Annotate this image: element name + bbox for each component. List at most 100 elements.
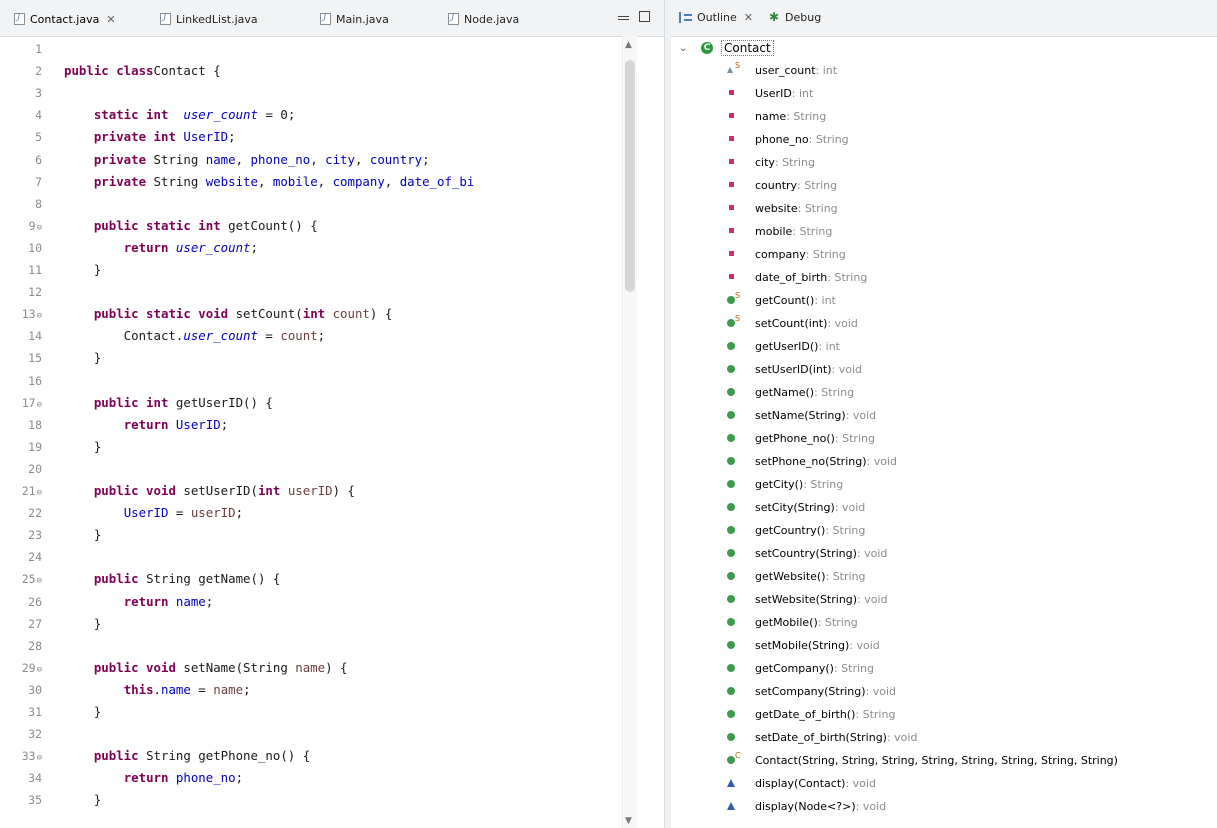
outline-item[interactable]: getWebsite() : String bbox=[727, 566, 866, 586]
code-line[interactable]: 21⊖ public void setUserID(int userID) { bbox=[0, 482, 622, 500]
tab-main-java[interactable]: Main.java bbox=[320, 10, 389, 28]
outline-item[interactable]: setPhone_no(String) : void bbox=[727, 451, 897, 471]
code-line[interactable]: 2 public classContact { bbox=[0, 62, 622, 80]
code-line[interactable]: 25⊖ public String getName() { bbox=[0, 570, 622, 588]
outline-item[interactable]: phone_no : String bbox=[729, 129, 849, 149]
outline-item[interactable]: setCity(String) : void bbox=[727, 497, 865, 517]
private-field-icon bbox=[729, 205, 734, 210]
code-line[interactable]: 3 bbox=[0, 84, 622, 102]
outline-item[interactable]: setDate_of_birth(String) : void bbox=[727, 727, 917, 747]
scroll-up-icon[interactable]: ▲ bbox=[625, 40, 632, 50]
close-icon[interactable]: ✕ bbox=[744, 11, 753, 24]
code-line[interactable]: 23 } bbox=[0, 526, 622, 544]
code-line[interactable]: 30 this.name = name; bbox=[0, 681, 622, 699]
outline-item[interactable]: getCountry() : String bbox=[727, 520, 865, 540]
code-line[interactable]: 20 bbox=[0, 460, 622, 478]
code-line[interactable]: 24 bbox=[0, 548, 622, 566]
outline-item[interactable]: getDate_of_birth() : String bbox=[727, 704, 895, 724]
outline-item[interactable]: getCity() : String bbox=[727, 474, 843, 494]
outline-item[interactable]: display(Node<?>) : void bbox=[727, 796, 886, 816]
code-line[interactable]: 18 return UserID; bbox=[0, 416, 622, 434]
outline-item[interactable]: Suser_count : int bbox=[727, 60, 837, 80]
code-line[interactable]: 32 bbox=[0, 725, 622, 743]
code-line[interactable]: 12 bbox=[0, 283, 622, 301]
outline-item[interactable]: country : String bbox=[729, 175, 837, 195]
code-line[interactable]: 31 } bbox=[0, 703, 622, 721]
close-icon[interactable]: ✕ bbox=[106, 13, 115, 26]
code-line[interactable]: 5 private int UserID; bbox=[0, 128, 622, 146]
tab-node-java[interactable]: Node.java bbox=[448, 10, 519, 28]
fold-icon[interactable]: ⊖ bbox=[37, 400, 42, 410]
public-method-icon bbox=[727, 641, 735, 649]
code-line[interactable]: 29⊖ public void setName(String name) { bbox=[0, 659, 622, 677]
scroll-down-icon[interactable]: ▼ bbox=[625, 816, 632, 826]
code-line[interactable]: 22 UserID = userID; bbox=[0, 504, 622, 522]
code-line[interactable]: 26 return name; bbox=[0, 593, 622, 611]
code-line[interactable]: 14 Contact.user_count = count; bbox=[0, 327, 622, 345]
outline-item-label: setCount(int) bbox=[755, 316, 828, 330]
fold-icon[interactable]: ⊖ bbox=[37, 488, 42, 498]
fold-icon[interactable]: ⊖ bbox=[37, 576, 42, 586]
outline-item[interactable]: setCompany(String) : void bbox=[727, 681, 896, 701]
code-line[interactable]: 8 bbox=[0, 195, 622, 213]
scrollbar-thumb[interactable] bbox=[625, 60, 635, 292]
outline-item[interactable]: setMobile(String) : void bbox=[727, 635, 880, 655]
outline-item[interactable]: UserID : int bbox=[729, 83, 813, 103]
outline-item[interactable]: setWebsite(String) : void bbox=[727, 589, 888, 609]
code-line[interactable]: 15 } bbox=[0, 349, 622, 367]
tab-linkedlist-java[interactable]: LinkedList.java bbox=[160, 10, 258, 28]
code-line[interactable]: 33⊖ public String getPhone_no() { bbox=[0, 747, 622, 765]
code-line[interactable]: 19 } bbox=[0, 438, 622, 456]
outline-item[interactable]: C Contact(String, String, String, String,… bbox=[727, 750, 1118, 770]
outline-item[interactable]: mobile : String bbox=[729, 221, 832, 241]
outline-root-contact[interactable]: ⌄ C Contact bbox=[679, 38, 774, 58]
code-area[interactable]: 1 2 public classContact { 3 4 static int use… bbox=[0, 40, 622, 828]
outline-item[interactable]: setName(String) : void bbox=[727, 405, 876, 425]
outline-item[interactable]: SsetCount(int) : void bbox=[727, 313, 858, 333]
code-line[interactable]: 16 bbox=[0, 372, 622, 390]
chevron-down-icon[interactable]: ⌄ bbox=[679, 43, 691, 54]
code-line[interactable]: 35 } bbox=[0, 791, 622, 809]
code-line[interactable]: 6 private String name, phone_no, city, c… bbox=[0, 151, 622, 169]
code-line[interactable]: 34 return phone_no; bbox=[0, 769, 622, 787]
private-field-icon bbox=[729, 251, 734, 256]
tab-outline[interactable]: Outline ✕ bbox=[679, 11, 753, 24]
tab-contact-java[interactable]: Contact.java ✕ bbox=[14, 10, 116, 28]
editor-scrollbar[interactable]: ▲ ▼ bbox=[622, 36, 637, 828]
line-number: 34 bbox=[28, 771, 42, 786]
outline-item[interactable]: display(Contact) : void bbox=[727, 773, 876, 793]
code-line[interactable]: 4 static int user_count = 0; bbox=[0, 106, 622, 124]
outline-item[interactable]: getPhone_no() : String bbox=[727, 428, 875, 448]
outline-item[interactable]: name : String bbox=[729, 106, 826, 126]
line-number: 10 bbox=[28, 240, 42, 255]
minimize-icon[interactable] bbox=[618, 16, 629, 20]
code-line[interactable]: 27 } bbox=[0, 615, 622, 633]
outline-item[interactable]: website : String bbox=[729, 198, 838, 218]
code-line[interactable]: 28 bbox=[0, 637, 622, 655]
code-line[interactable]: 7 private String website, mobile, compan… bbox=[0, 173, 622, 191]
fold-icon[interactable]: ⊖ bbox=[37, 753, 42, 763]
outline-item[interactable]: setCountry(String) : void bbox=[727, 543, 887, 563]
code-line[interactable]: 11 } bbox=[0, 261, 622, 279]
fold-icon[interactable]: ⊖ bbox=[37, 665, 42, 675]
fold-icon[interactable]: ⊖ bbox=[37, 311, 42, 321]
code-text: return user_count; bbox=[123, 239, 258, 255]
code-line[interactable]: 9⊖ public static int getCount() { bbox=[0, 217, 622, 235]
outline-item[interactable]: date_of_birth : String bbox=[729, 267, 867, 287]
public-method-icon bbox=[727, 388, 735, 396]
fold-icon[interactable]: ⊖ bbox=[37, 223, 42, 233]
outline-item[interactable]: getCompany() : String bbox=[727, 658, 874, 678]
outline-item[interactable]: getName() : String bbox=[727, 382, 854, 402]
maximize-icon[interactable] bbox=[639, 11, 650, 22]
code-line[interactable]: 1 bbox=[0, 40, 622, 58]
outline-item[interactable]: getUserID() : int bbox=[727, 336, 840, 356]
outline-item[interactable]: getMobile() : String bbox=[727, 612, 858, 632]
code-line[interactable]: 10 return user_count; bbox=[0, 239, 622, 257]
outline-item[interactable]: company : String bbox=[729, 244, 846, 264]
code-line[interactable]: 17⊖ public int getUserID() { bbox=[0, 394, 622, 412]
tab-debug[interactable]: ✱ Debug bbox=[769, 11, 821, 24]
code-line[interactable]: 13⊖ public static void setCount(int coun… bbox=[0, 305, 622, 323]
outline-item[interactable]: setUserID(int) : void bbox=[727, 359, 862, 379]
outline-item[interactable]: SgetCount() : int bbox=[727, 290, 836, 310]
outline-item[interactable]: city : String bbox=[729, 152, 815, 172]
